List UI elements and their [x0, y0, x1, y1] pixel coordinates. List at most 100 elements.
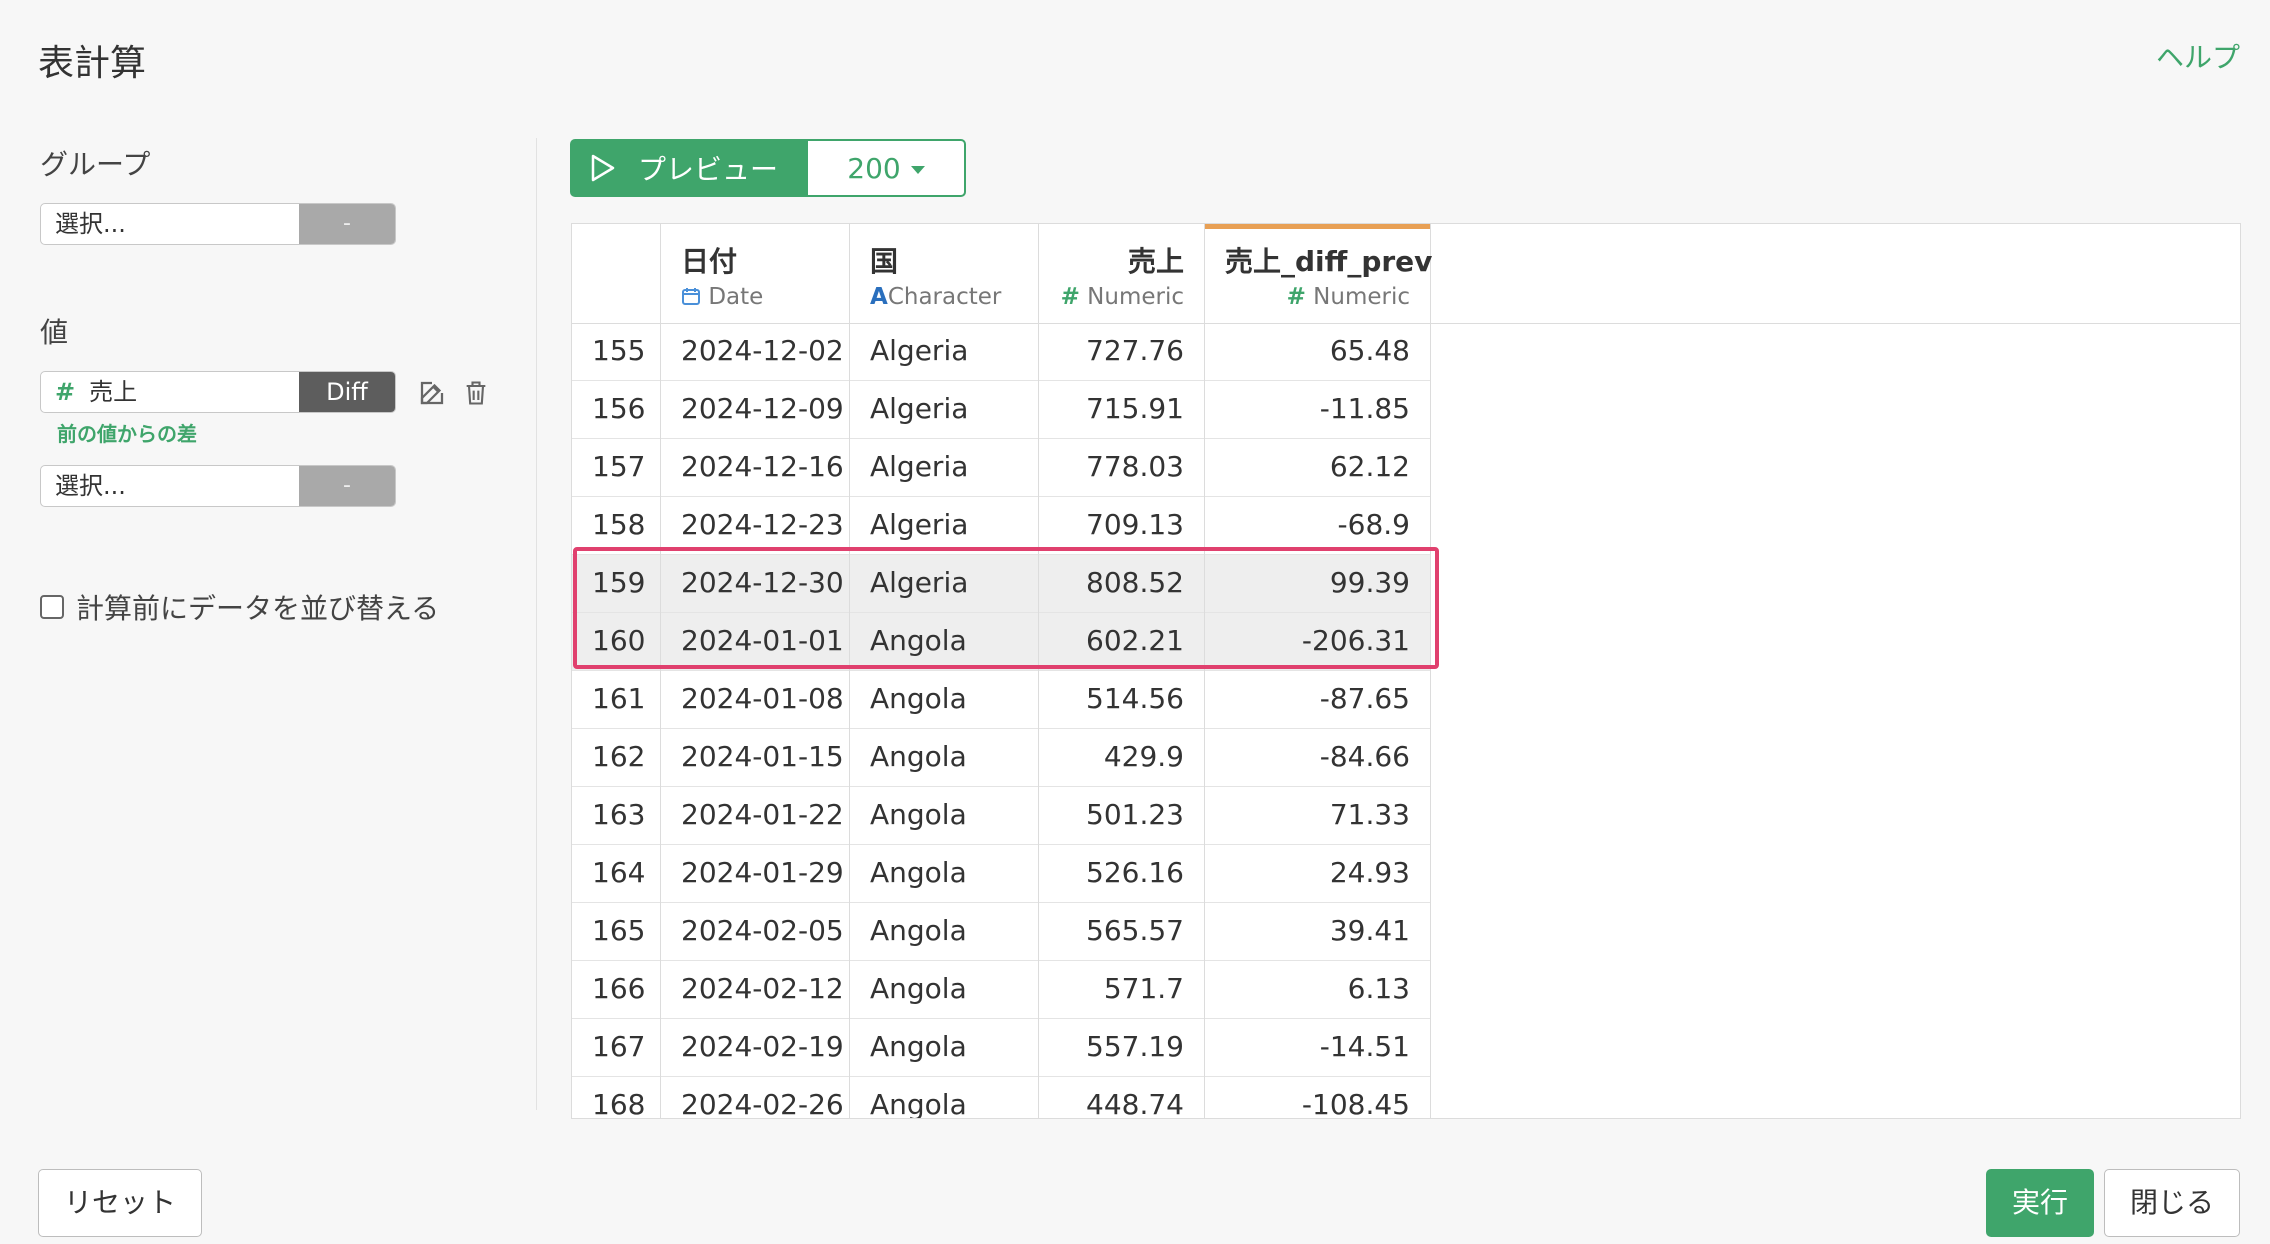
function-description: 前の値からの差: [57, 422, 197, 446]
table-cell: Angola: [850, 845, 1038, 903]
row-number-cell: 166: [572, 961, 660, 1019]
group-select-row: 選択... -: [40, 203, 396, 245]
table-cell: -84.66: [1205, 729, 1430, 787]
sales-column: 売上 # Numeric 727.76 715.91 778.03 709.13 808…: [1039, 224, 1205, 1118]
numeric-type-icon: #: [55, 378, 76, 406]
value-column-select[interactable]: # 売上: [41, 372, 299, 412]
table-cell: 71.33: [1205, 787, 1430, 845]
sales-diff-column-header[interactable]: 売上_diff_prev # Numeric: [1205, 224, 1433, 324]
close-button[interactable]: 閉じる: [2104, 1169, 2240, 1237]
row-number-cell: 156: [572, 381, 660, 439]
table-cell: Angola: [850, 671, 1038, 729]
sales-diff-column: 売上_diff_prev # Numeric 65.48 -11.85 62.12 -…: [1205, 224, 1433, 1118]
row-number-header: [572, 224, 660, 324]
row-number-cell: 168: [572, 1077, 660, 1118]
table-cell: 65.48: [1205, 323, 1430, 381]
table-cell: 6.13: [1205, 961, 1430, 1019]
column-name: 売上: [1127, 245, 1184, 278]
trash-icon[interactable]: [459, 376, 493, 410]
table-cell: 2024-02-05: [661, 903, 849, 961]
chevron-down-icon: [910, 166, 925, 174]
table-cell: 2024-01-22: [661, 787, 849, 845]
row-number-cell: 163: [572, 787, 660, 845]
sales-column-header[interactable]: 売上 # Numeric: [1039, 224, 1204, 324]
column-type: Date: [708, 284, 764, 310]
table-cell: 2024-01-29: [661, 845, 849, 903]
table-cell: 501.23: [1039, 787, 1204, 845]
reset-button[interactable]: リセット: [38, 1169, 202, 1237]
sort-checkbox[interactable]: [40, 595, 64, 619]
table-cell: 429.9: [1039, 729, 1204, 787]
table-cell: 2024-12-09: [661, 381, 849, 439]
edit-icon[interactable]: [415, 376, 449, 410]
row-number-cell: 167: [572, 1019, 660, 1077]
function-diff-button[interactable]: Diff: [299, 372, 395, 412]
table-cell: 2024-12-02: [661, 323, 849, 381]
preview-button[interactable]: プレビュー: [570, 139, 808, 197]
preview-button-label: プレビュー: [638, 153, 779, 186]
table-cell: 571.7: [1039, 961, 1204, 1019]
header-divider: [1431, 323, 2240, 324]
second-select-row: 選択... -: [40, 465, 396, 507]
value-select-row: # 売上 Diff: [40, 371, 396, 413]
second-remove-button[interactable]: -: [299, 466, 395, 506]
table-cell: 514.56: [1039, 671, 1204, 729]
row-number-cell: 157: [572, 439, 660, 497]
panel-divider: [536, 138, 537, 1110]
table-cell: 62.12: [1205, 439, 1430, 497]
table-cell: Algeria: [850, 381, 1038, 439]
group-remove-button[interactable]: -: [299, 204, 395, 244]
table-cell: -87.65: [1205, 671, 1430, 729]
table-cell: -108.45: [1205, 1077, 1430, 1118]
country-column-header[interactable]: 国 ACharacter: [850, 224, 1038, 324]
preview-table[interactable]: 155 156 157 158 159 160 161 162 163 164 165 166 167 1…: [571, 223, 2241, 1119]
table-cell: 39.41: [1205, 903, 1430, 961]
table-cell: 727.76: [1039, 323, 1204, 381]
column-name: 売上_diff_prev: [1225, 245, 1433, 278]
table-cell: 2024-01-08: [661, 671, 849, 729]
value-section-label: 値: [40, 316, 69, 349]
row-number-cell: 162: [572, 729, 660, 787]
table-cell: Angola: [850, 1077, 1038, 1118]
column-name: 国: [870, 245, 899, 278]
highlight-box: [573, 547, 1439, 669]
country-column: 国 ACharacter Algeria Algeria Algeria Algeri…: [850, 224, 1039, 1118]
row-count-dropdown[interactable]: 200: [806, 139, 966, 197]
table-cell: Algeria: [850, 323, 1038, 381]
table-cell: 2024-12-16: [661, 439, 849, 497]
sort-checkbox-label: 計算前にデータを並び替える: [76, 592, 440, 625]
run-button[interactable]: 実行: [1986, 1169, 2094, 1237]
table-cell: Algeria: [850, 439, 1038, 497]
calendar-icon: [681, 284, 701, 310]
table-cell: 557.19: [1039, 1019, 1204, 1077]
group-select[interactable]: 選択...: [41, 204, 299, 244]
table-cell: Angola: [850, 787, 1038, 845]
numeric-type-icon: #: [1060, 284, 1080, 310]
date-column: 日付 Date 2024-12-02 2024-12-09 2024-12-16 20…: [661, 224, 850, 1118]
table-cell: 24.93: [1205, 845, 1430, 903]
value-column-name: 売上: [89, 378, 138, 406]
second-value-select[interactable]: 選択...: [41, 466, 299, 506]
row-number-cell: 161: [572, 671, 660, 729]
table-cell: 2024-01-15: [661, 729, 849, 787]
table-cell: 448.74: [1039, 1077, 1204, 1118]
character-type-icon: A: [870, 284, 888, 310]
sort-option[interactable]: 計算前にデータを並び替える: [40, 587, 439, 627]
column-type: Numeric: [1087, 284, 1184, 310]
column-type: Numeric: [1313, 284, 1410, 310]
row-number-cell: 164: [572, 845, 660, 903]
table-cell: 2024-02-19: [661, 1019, 849, 1077]
help-link[interactable]: ヘルプ: [2156, 36, 2240, 76]
table-cell: 2024-02-26: [661, 1077, 849, 1118]
play-icon: [591, 154, 615, 182]
table-cell: 565.57: [1039, 903, 1204, 961]
table-cell: Angola: [850, 1019, 1038, 1077]
numeric-type-icon: #: [1286, 284, 1306, 310]
row-number-cell: 155: [572, 323, 660, 381]
table-cell: -14.51: [1205, 1019, 1430, 1077]
column-type: Character: [887, 284, 1002, 310]
date-column-header[interactable]: 日付 Date: [661, 224, 849, 324]
row-count-value: 200: [847, 151, 901, 185]
dialog-title: 表計算: [38, 43, 147, 84]
table-cell: 526.16: [1039, 845, 1204, 903]
